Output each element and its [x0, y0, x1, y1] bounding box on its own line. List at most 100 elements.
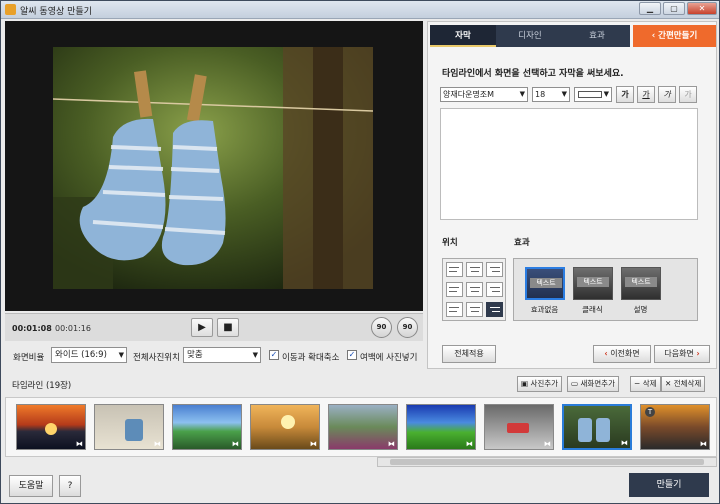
question-button[interactable]: ?	[59, 475, 81, 497]
effect-label-classic: 클래식	[582, 305, 603, 314]
timeline-header: 타임라인 (19장) ▣ 사진추가 ▭ 새화면추가 − 삭제 ✕ 전체삭제	[5, 373, 717, 395]
delete-all-button[interactable]: ✕ 전체삭제	[661, 376, 706, 392]
chevron-right-icon: ›	[696, 349, 700, 358]
bold-button[interactable]: 가	[616, 86, 634, 103]
ratio-select[interactable]: 와이드 (16:9) ▼	[51, 347, 127, 363]
make-button[interactable]: 만들기	[629, 473, 709, 497]
chevron-down-icon: ▼	[561, 90, 567, 98]
stop-icon: ■	[223, 322, 233, 333]
chevron-down-icon: ▼	[519, 90, 525, 98]
position-middle-left[interactable]	[446, 282, 463, 297]
shadow-button[interactable]: 가	[679, 86, 697, 103]
position-top-center[interactable]	[466, 262, 483, 277]
new-scene-button[interactable]: ▭ 새화면추가	[567, 376, 619, 392]
new-scene-label: 새화면추가	[580, 379, 615, 388]
color-swatch	[578, 91, 602, 98]
font-value: 양재다운명조M	[443, 90, 495, 99]
position-middle-center[interactable]	[466, 282, 483, 297]
size-select[interactable]: 18 ▼	[532, 87, 570, 102]
current-time: 00:01:08	[12, 324, 52, 333]
next-scene-label: 다음화면	[664, 349, 694, 358]
quick-make-label: 간편만들기	[658, 31, 698, 41]
effect-thumb: 텍스트	[621, 267, 661, 300]
timeline-thumb-selected[interactable]: ⧓	[562, 404, 632, 450]
scrollbar-thumb[interactable]	[390, 459, 704, 465]
photo-position-label: 전체사진위치	[133, 353, 180, 363]
minus-icon: −	[634, 379, 641, 388]
position-top-left[interactable]	[446, 262, 463, 277]
position-top-right[interactable]	[486, 262, 503, 277]
font-select[interactable]: 양재다운명조M ▼	[440, 87, 528, 102]
timeline-thumb[interactable]: ⧓	[484, 404, 554, 450]
transition-icon: ⧓	[544, 440, 551, 448]
timeline-thumb[interactable]: ⧓	[94, 404, 164, 450]
window-title: 알씨 동영상 만들기	[20, 7, 92, 17]
options-bar: 화면비율 와이드 (16:9) ▼ 전체사진위치 맞춤 ▼ ✓ 이동과 확대축소 ✓…	[5, 343, 423, 369]
effect-thumb-text: 텍스트	[530, 278, 562, 288]
timeline-thumb[interactable]: ⧓	[406, 404, 476, 450]
total-time: 00:01:16	[55, 324, 91, 333]
italic-button[interactable]: 가	[658, 86, 676, 103]
add-photo-button[interactable]: ▣ 사진추가	[517, 376, 563, 392]
tab-design[interactable]: 디자인	[497, 25, 563, 47]
timeline-thumb[interactable]: ⧓	[16, 404, 86, 450]
move-zoom-checkbox[interactable]: ✓	[269, 350, 279, 360]
chevron-down-icon: ▼	[118, 351, 124, 359]
chevron-left-icon: ‹	[604, 349, 608, 358]
effect-options: 텍스트 효과없음 텍스트 클래식 텍스트 설명	[513, 258, 698, 321]
transition-icon: ⧓	[466, 440, 473, 448]
next-scene-button[interactable]: 다음화면 ›	[654, 345, 710, 363]
preview-area	[5, 21, 423, 311]
play-icon: ▶	[198, 322, 206, 333]
timeline-scrollbar[interactable]	[377, 457, 717, 467]
chevron-down-icon: ▼	[603, 90, 609, 98]
effect-thumb: 텍스트	[525, 267, 565, 300]
subtitle-marker-icon: T	[645, 407, 655, 417]
timeline-thumb[interactable]: ⧓	[328, 404, 398, 450]
tab-effect[interactable]: 효과	[564, 25, 630, 47]
rotate-left-label: 90	[376, 323, 387, 331]
timeline-thumb[interactable]: ⧓	[172, 404, 242, 450]
timeline-thumb[interactable]: T ⧓	[640, 404, 710, 450]
margin-photo-checkbox[interactable]: ✓	[347, 350, 357, 360]
transition-icon: ⧓	[700, 440, 707, 448]
ratio-label: 화면비율	[13, 353, 45, 363]
transition-icon: ⧓	[621, 439, 628, 447]
effect-thumb: 텍스트	[573, 267, 613, 300]
panel-tabs: 자막 디자인 효과	[430, 25, 630, 47]
rotate-left-button[interactable]: 90	[371, 317, 392, 338]
add-photo-label: 사진추가	[530, 379, 559, 388]
underline-button[interactable]: 가	[637, 86, 655, 103]
effect-none[interactable]: 텍스트 효과없음	[522, 265, 567, 315]
preview-photo	[53, 47, 373, 289]
position-bottom-right[interactable]	[486, 302, 503, 317]
photo-position-select[interactable]: 맞춤 ▼	[183, 347, 261, 363]
app-window: 알씨 동영상 만들기 ▁ ▢ ✕ 00:01:08 00:01:16 ▶ ■ 9…	[0, 0, 720, 504]
effect-description[interactable]: 텍스트 설명	[618, 265, 663, 315]
minimize-icon[interactable]: ▁	[639, 2, 661, 15]
subtitle-textarea[interactable]	[440, 108, 698, 220]
position-bottom-left[interactable]	[446, 302, 463, 317]
rotate-right-button[interactable]: 90	[397, 317, 418, 338]
effect-label: 효과	[514, 238, 530, 248]
position-middle-right[interactable]	[486, 282, 503, 297]
chevron-down-icon: ▼	[252, 351, 258, 359]
effect-label-description: 설명	[633, 305, 648, 314]
delete-label: 삭제	[642, 379, 657, 388]
stop-button[interactable]: ■	[217, 318, 239, 337]
color-select[interactable]: ▼	[574, 87, 612, 102]
timeline-thumb[interactable]: ⧓	[250, 404, 320, 450]
play-button[interactable]: ▶	[191, 318, 213, 337]
tab-subtitle[interactable]: 자막	[430, 25, 496, 47]
close-icon[interactable]: ✕	[687, 2, 717, 15]
prev-scene-button[interactable]: ‹ 이전화면	[593, 345, 651, 363]
quick-make-button[interactable]: ‹ 간편만들기	[633, 25, 716, 47]
help-button[interactable]: 도움말	[9, 475, 53, 497]
apply-all-button[interactable]: 전체적용	[442, 345, 496, 363]
effect-thumb-text: 텍스트	[577, 277, 609, 287]
delete-button[interactable]: − 삭제	[630, 376, 661, 392]
effect-classic[interactable]: 텍스트 클래식	[570, 265, 615, 315]
position-bottom-center[interactable]	[466, 302, 483, 317]
maximize-icon[interactable]: ▢	[663, 2, 685, 15]
photo-icon: ▣	[521, 379, 529, 388]
